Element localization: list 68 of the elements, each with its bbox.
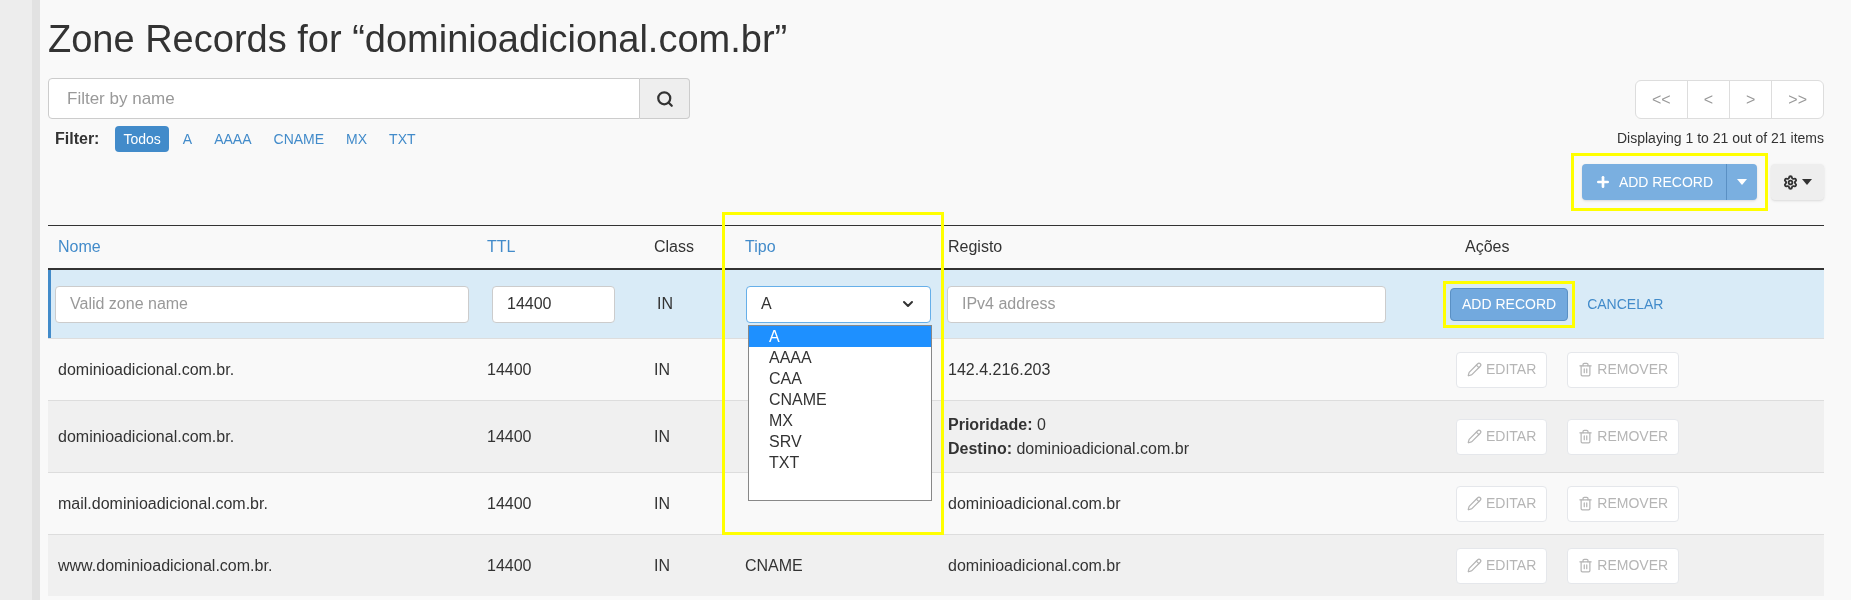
trash-icon xyxy=(1578,496,1594,511)
column-header: Ações xyxy=(1464,237,1511,257)
record-text: Prioridade: 0 xyxy=(948,414,1047,435)
type-option[interactable]: CNAME xyxy=(749,388,931,410)
pencil-icon xyxy=(1467,496,1482,511)
record-text: Destino: dominioadicional.com.br xyxy=(948,438,1190,459)
caret-icon xyxy=(1802,179,1812,185)
record-field[interactable]: IPv4 address xyxy=(947,285,1386,323)
class-cell-text: IN xyxy=(653,493,671,514)
items-summary: Displaying 1 to 21 out of 21 items xyxy=(1617,129,1824,148)
class-value: IN xyxy=(656,294,674,314)
name-cell-text: www.dominioadicional.com.br. xyxy=(57,555,274,576)
name-cell-text: dominioadicional.com.br. xyxy=(57,359,236,380)
search-icon xyxy=(655,89,674,108)
trash-icon xyxy=(1578,362,1594,377)
type-option[interactable]: SRV xyxy=(749,430,931,452)
column-header[interactable]: Tipo xyxy=(735,235,938,259)
cancel-link[interactable]: CANCELAR xyxy=(1587,293,1664,315)
plus-icon xyxy=(1594,174,1611,190)
pencil-icon xyxy=(1467,558,1482,573)
trash-icon xyxy=(1578,429,1594,444)
type-option[interactable]: A xyxy=(749,325,931,347)
column-header: Registo xyxy=(947,237,1004,257)
name-cell-text: mail.dominioadicional.com.br. xyxy=(57,493,269,514)
page-button[interactable]: > xyxy=(1728,81,1772,118)
column-header[interactable]: Nome xyxy=(48,235,477,259)
page-button[interactable]: < xyxy=(1686,81,1729,118)
type-select[interactable]: A xyxy=(746,285,931,323)
record-text: dominioadicional.com.br xyxy=(948,493,1122,514)
type-option[interactable]: AAAA xyxy=(749,346,931,368)
filter-label: Filter: xyxy=(55,129,100,149)
record-text: dominioadicional.com.br xyxy=(948,555,1122,576)
record-text: 142.4.216.203 xyxy=(948,359,1052,380)
add-record-button[interactable]: ADD RECORD xyxy=(1581,164,1726,200)
ttl-cell-text: 14400 xyxy=(486,555,533,576)
search-button[interactable] xyxy=(640,78,690,119)
page-button[interactable]: << xyxy=(1635,81,1687,118)
search-field[interactable]: Filter by name xyxy=(48,78,640,119)
add-record-button[interactable]: ADD RECORD xyxy=(1450,287,1569,321)
ttl-cell-text: 14400 xyxy=(486,426,533,447)
class-cell-text: IN xyxy=(653,555,671,576)
type-cell: CNAME xyxy=(745,556,803,574)
settings-button[interactable] xyxy=(1771,164,1824,200)
class-cell-text: IN xyxy=(653,426,671,447)
page-title: Zone Records for “dominioadicional.com.br” xyxy=(48,20,788,58)
page-button[interactable]: >> xyxy=(1771,81,1823,118)
column-header[interactable]: TTL xyxy=(477,235,644,259)
name-cell-text: dominioadicional.com.br. xyxy=(57,426,236,447)
ttl-field[interactable]: 14400 xyxy=(492,285,615,323)
filter-option[interactable]: AAAA xyxy=(206,126,260,152)
caret-icon xyxy=(1737,179,1747,185)
settings-icon xyxy=(1783,174,1798,190)
filter-option[interactable]: CNAME xyxy=(265,126,333,152)
type-option[interactable]: TXT xyxy=(749,451,931,473)
name-field[interactable]: Valid zone name xyxy=(55,285,469,323)
class-cell-text: IN xyxy=(653,359,671,380)
pencil-icon xyxy=(1467,362,1482,377)
filter-option[interactable]: TXT xyxy=(381,126,424,152)
filter-option[interactable]: A xyxy=(174,126,201,152)
filter-option[interactable]: MX xyxy=(338,126,376,152)
type-option[interactable]: CAA xyxy=(749,367,931,389)
ttl-cell-text: 14400 xyxy=(486,359,533,380)
pencil-icon xyxy=(1467,429,1482,444)
type-option[interactable]: MX xyxy=(749,409,931,431)
trash-icon xyxy=(1578,558,1594,573)
column-header: Class xyxy=(653,237,695,257)
filter-option[interactable]: Todos xyxy=(115,126,169,152)
ttl-cell-text: 14400 xyxy=(486,493,533,514)
